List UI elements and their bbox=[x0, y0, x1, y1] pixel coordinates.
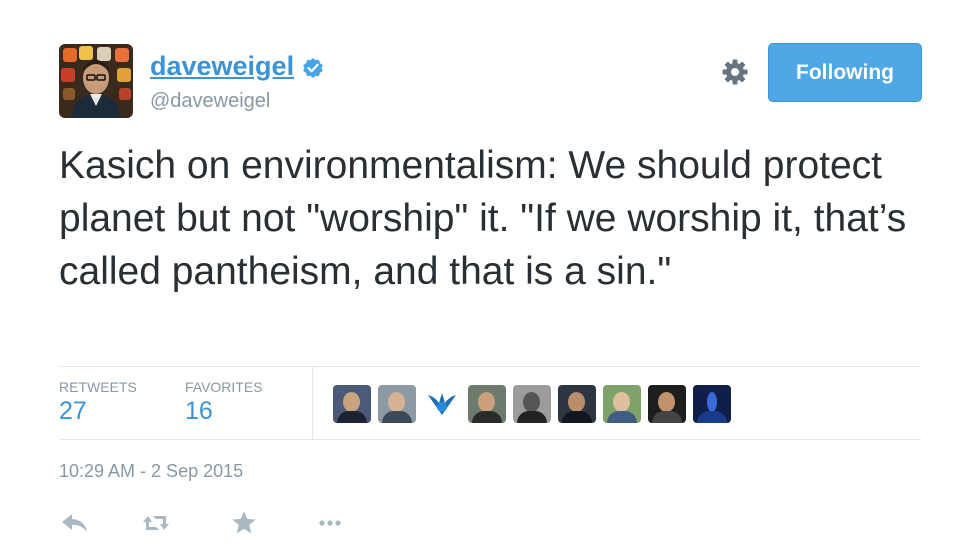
more-icon[interactable] bbox=[314, 508, 348, 538]
retweets-count[interactable]: 27 bbox=[59, 397, 137, 426]
user-screen-name[interactable]: @daveweigel bbox=[150, 90, 270, 113]
retweets-stat[interactable]: RETWEETS 27 bbox=[59, 379, 137, 426]
favoriter-avatar[interactable] bbox=[603, 385, 641, 423]
favoriter-avatar[interactable] bbox=[468, 385, 506, 423]
following-button[interactable]: Following bbox=[768, 43, 922, 102]
favoriter-avatar[interactable] bbox=[423, 385, 461, 423]
favoriter-avatar[interactable] bbox=[513, 385, 551, 423]
favoriter-avatar[interactable] bbox=[648, 385, 686, 423]
favoriter-avatar[interactable] bbox=[378, 385, 416, 423]
reply-icon[interactable] bbox=[59, 508, 93, 538]
favoriter-avatar[interactable] bbox=[333, 385, 371, 423]
retweets-label: RETWEETS bbox=[59, 379, 137, 395]
favoriter-avatar[interactable] bbox=[558, 385, 596, 423]
avatar-image bbox=[59, 44, 133, 118]
stats-divider bbox=[312, 367, 313, 439]
tweet-stats: RETWEETS 27 FAVORITES 16 bbox=[59, 366, 921, 440]
favorites-label: FAVORITES bbox=[185, 379, 263, 395]
gear-icon[interactable] bbox=[721, 58, 749, 86]
favorite-icon[interactable] bbox=[227, 508, 261, 538]
favoriters-avatars bbox=[333, 385, 731, 423]
tweet-timestamp[interactable]: 10:29 AM - 2 Sep 2015 bbox=[59, 461, 243, 482]
favoriter-avatar[interactable] bbox=[693, 385, 731, 423]
user-display-name[interactable]: daveweigel bbox=[150, 51, 294, 82]
favorites-count[interactable]: 16 bbox=[185, 397, 263, 426]
retweet-icon[interactable] bbox=[139, 508, 173, 538]
tweet-text: Kasich on environmentalism: We should pr… bbox=[59, 144, 907, 293]
verified-badge-icon bbox=[302, 57, 324, 79]
favorites-stat[interactable]: FAVORITES 16 bbox=[185, 379, 263, 426]
profile-avatar[interactable] bbox=[59, 44, 133, 118]
